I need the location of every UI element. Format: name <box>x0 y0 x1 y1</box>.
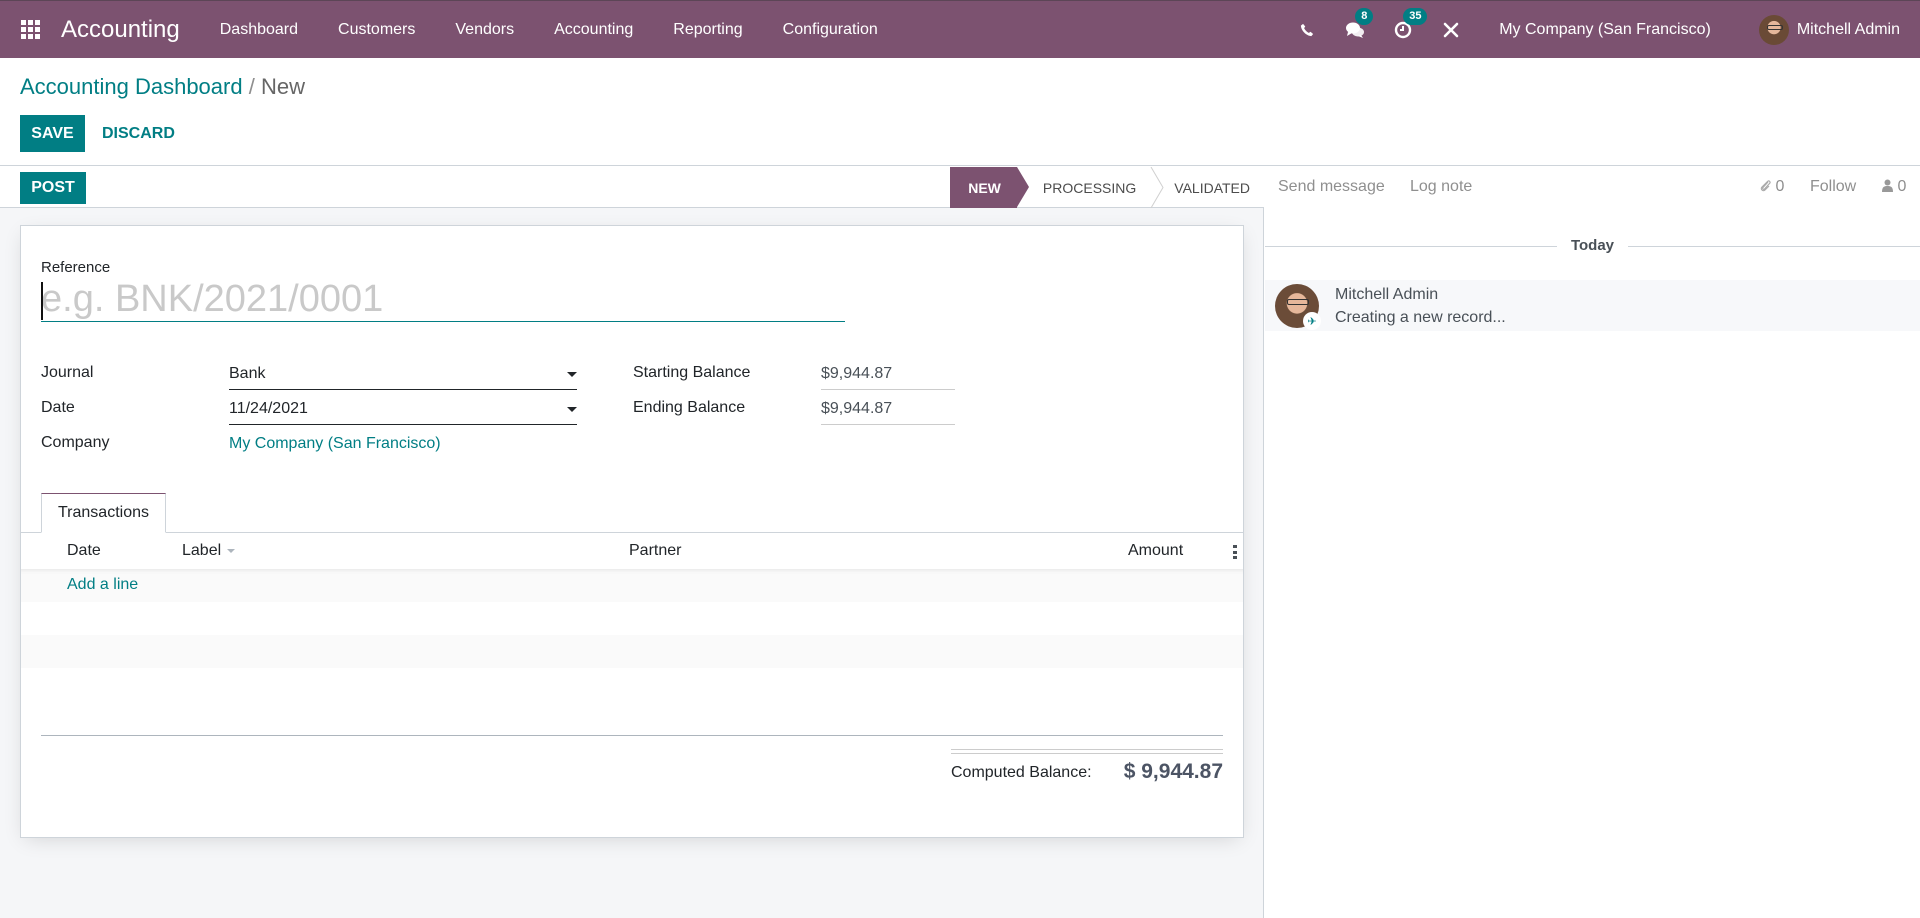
column-date[interactable]: Date <box>67 542 101 560</box>
stage-label: NEW <box>968 179 1001 196</box>
menu-item-accounting[interactable]: Accounting <box>534 21 653 39</box>
message-body: Creating a new record... <box>1335 309 1506 326</box>
menu-item-vendors[interactable]: Vendors <box>435 21 534 39</box>
computed-balance-value: $ 9,944.87 <box>1123 760 1223 783</box>
table-row <box>21 602 1243 635</box>
user-menu[interactable]: Mitchell Admin <box>1758 15 1900 45</box>
column-amount[interactable]: Amount <box>1128 542 1183 560</box>
navbar-systray: 8 35 My Company (San Francisco) Mitchell… <box>1283 1 1920 59</box>
ending-balance-input[interactable]: $9,944.87 <box>821 397 955 425</box>
breadcrumb-separator: / <box>248 74 255 99</box>
followers-button[interactable]: 0 <box>1882 178 1906 196</box>
message-author[interactable]: Mitchell Admin <box>1335 286 1438 304</box>
tools-icon[interactable] <box>1441 20 1461 40</box>
status-stages: NEW PROCESSING VALIDATED <box>950 167 1250 208</box>
breadcrumb-parent[interactable]: Accounting Dashboard <box>20 74 243 99</box>
menu-item-dashboard[interactable]: Dashboard <box>200 21 318 39</box>
stage-new[interactable]: NEW <box>950 167 1029 208</box>
plane-icon: ✈ <box>1303 312 1321 330</box>
save-button[interactable]: SAVE <box>20 115 85 152</box>
table-row <box>21 635 1243 668</box>
company-link[interactable]: My Company (San Francisco) <box>229 435 441 453</box>
statusbar: POST NEW PROCESSING VALIDATED <box>0 167 1264 208</box>
company-switcher[interactable]: My Company (San Francisco) <box>1499 21 1711 39</box>
date-separator-label: Today <box>1556 237 1629 254</box>
form-area: POST NEW PROCESSING VALIDATED Reference … <box>0 167 1264 918</box>
date-input[interactable]: 11/24/2021 <box>229 397 577 425</box>
form-sheet: Reference Journal Bank Date 11/24/2021 C… <box>20 225 1244 838</box>
attachments-count: 0 <box>1775 178 1785 195</box>
app-name[interactable]: Accounting <box>61 16 180 44</box>
discard-button[interactable]: DISCARD <box>90 115 187 152</box>
chat-icon[interactable]: 8 <box>1345 8 1374 40</box>
reference-label: Reference <box>41 259 111 276</box>
starting-balance-label: Starting Balance <box>633 364 751 381</box>
journal-label: Journal <box>41 364 94 381</box>
stage-processing[interactable]: PROCESSING <box>1017 167 1150 208</box>
company-label: Company <box>41 434 110 451</box>
menu-item-customers[interactable]: Customers <box>318 21 435 39</box>
phone-icon[interactable] <box>1297 20 1317 40</box>
chevron-down-icon <box>567 407 577 412</box>
follow-button[interactable]: Follow <box>1810 178 1856 196</box>
date-label: Date <box>41 399 75 416</box>
apps-grid-icon[interactable] <box>21 19 41 40</box>
top-navbar: Accounting Dashboard Customers Vendors A… <box>0 0 1920 58</box>
paperclip-icon <box>1760 180 1771 192</box>
journal-select[interactable]: Bank <box>229 362 577 390</box>
avatar <box>1758 15 1789 45</box>
user-name: Mitchell Admin <box>1796 21 1900 38</box>
stage-separator <box>1150 167 1164 208</box>
followers-count: 0 <box>1897 178 1907 195</box>
breadcrumb: Accounting Dashboard / New <box>20 74 305 100</box>
date-value: 11/24/2021 <box>229 400 308 417</box>
stage-label: VALIDATED <box>1174 179 1250 196</box>
activities-badge: 35 <box>1403 8 1428 25</box>
journal-value: Bank <box>229 365 266 382</box>
add-line-link[interactable]: Add a line <box>67 576 138 594</box>
column-label[interactable]: Label <box>182 542 236 560</box>
clock-icon[interactable]: 35 <box>1393 8 1428 40</box>
date-separator: Today <box>1265 237 1920 255</box>
menu-item-configuration[interactable]: Configuration <box>763 21 898 39</box>
stage-label: PROCESSING <box>1042 179 1137 196</box>
chevron-down-icon <box>567 372 577 377</box>
text-cursor <box>41 282 43 320</box>
add-line-row: Add a line <box>21 569 1243 602</box>
send-message-button[interactable]: Send message <box>1278 178 1385 196</box>
column-label-text: Label <box>182 542 222 559</box>
total-divider <box>951 749 1223 754</box>
ending-balance-label: Ending Balance <box>633 399 746 416</box>
breadcrumb-current: New <box>260 74 305 99</box>
table-footer-line <box>41 735 1223 736</box>
log-note-button[interactable]: Log note <box>1410 178 1472 196</box>
table-row <box>21 668 1243 701</box>
user-icon <box>1882 179 1893 192</box>
control-panel: Accounting Dashboard / New SAVE DISCARD <box>0 58 1920 166</box>
reference-input[interactable] <box>41 278 845 322</box>
sort-icon <box>227 548 236 553</box>
menu-item-reporting[interactable]: Reporting <box>653 21 762 39</box>
stage-validated[interactable]: VALIDATED <box>1164 167 1250 208</box>
optional-columns-icon[interactable] <box>1233 545 1237 559</box>
computed-balance-label: Computed Balance: <box>951 764 1092 781</box>
transactions-header: Date Label Partner Amount <box>21 533 1243 569</box>
starting-balance-input[interactable]: $9,944.87 <box>821 362 955 390</box>
chatter: Send message Log note 0 Follow 0 Today ✈… <box>1265 167 1920 918</box>
post-button[interactable]: POST <box>20 172 86 204</box>
messages-badge: 8 <box>1355 8 1374 25</box>
attachments-button[interactable]: 0 <box>1759 178 1784 196</box>
main-menu: Dashboard Customers Vendors Accounting R… <box>200 21 898 39</box>
tab-transactions[interactable]: Transactions <box>41 493 166 533</box>
chatter-topbar: Send message Log note 0 Follow 0 <box>1265 167 1920 208</box>
chatter-message: ✈ Mitchell Admin Creating a new record..… <box>1265 280 1920 331</box>
column-partner[interactable]: Partner <box>629 542 681 560</box>
